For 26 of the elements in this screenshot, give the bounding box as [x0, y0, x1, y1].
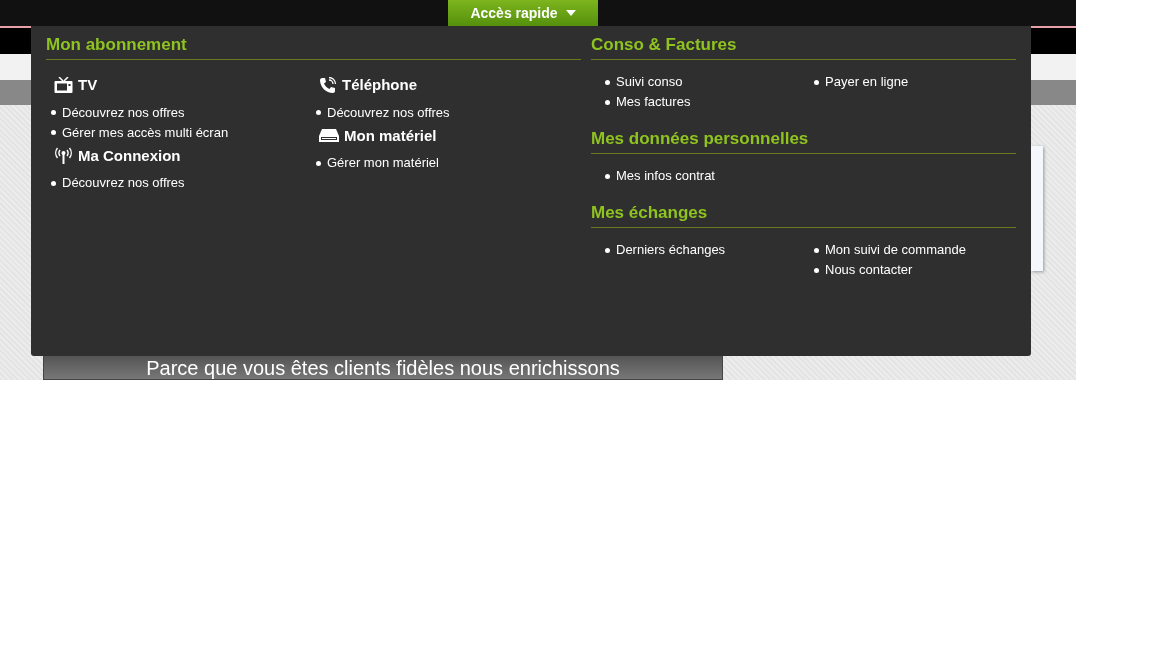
banner-caption: Parce que vous êtes clients fidèles nous enrichissons	[43, 355, 723, 380]
hard-drive-icon	[319, 128, 339, 144]
menu-link[interactable]: Gérer mon matériel	[316, 153, 576, 173]
tv-icon	[54, 76, 73, 94]
group-title: Ma Connexion	[78, 145, 181, 166]
menu-link[interactable]: Gérer mes accès multi écran	[51, 122, 311, 143]
menu-link[interactable]: Derniers échanges	[605, 240, 800, 260]
menu-link[interactable]: Découvrez nos offres	[316, 102, 576, 123]
group-title: TV	[78, 75, 98, 95]
menu-link[interactable]: Mon suivi de commande	[814, 240, 1009, 260]
section-title: Mon abonnement	[46, 34, 581, 60]
menu-link[interactable]: Mes infos contrat	[605, 166, 800, 186]
section-title: Conso & Factures	[591, 34, 1016, 60]
menu-link[interactable]: Suivi conso	[605, 72, 800, 92]
group-title: Mon matériel	[344, 125, 437, 146]
menu-link[interactable]: Découvrez nos offres	[51, 173, 311, 193]
menu-link[interactable]: Mes factures	[605, 92, 800, 112]
menu-link[interactable]: Payer en ligne	[814, 72, 1009, 92]
menu-link[interactable]: Nous contacter	[814, 260, 1009, 280]
section-title: Mes données personnelles	[591, 128, 1016, 154]
antenna-icon	[54, 147, 73, 165]
phone-icon	[319, 76, 337, 94]
section-title: Mes échanges	[591, 202, 1016, 228]
menu-link[interactable]: Découvrez nos offres	[51, 102, 311, 123]
group-title: Téléphone	[342, 75, 417, 95]
caret-icon	[565, 10, 576, 16]
